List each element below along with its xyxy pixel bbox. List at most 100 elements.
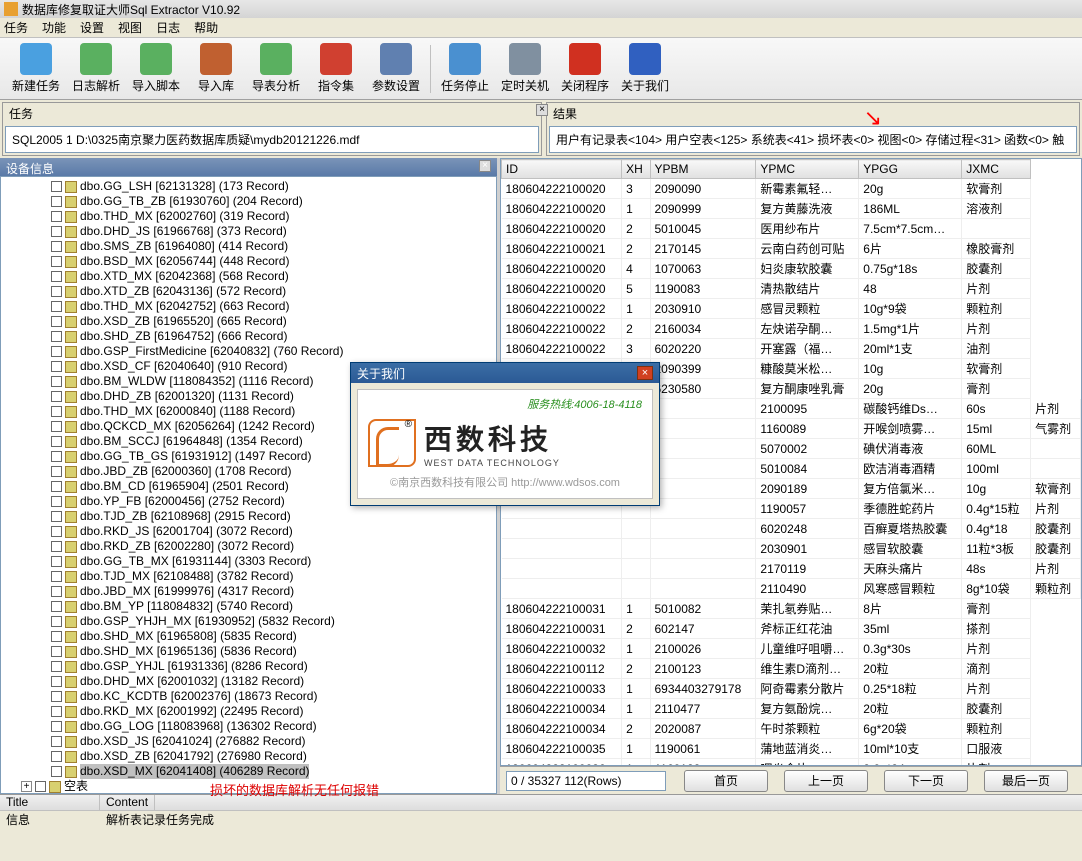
menu-4[interactable]: 日志 [156,19,180,36]
table-row[interactable]: 18060422210011222100123维生素D滴剂…20粒滴剂 [502,659,1081,679]
col-YPMC[interactable]: YPMC [756,160,859,179]
table-row[interactable]: 2110490风寒感冒颗粒8g*10袋颗粒剂 [502,579,1081,599]
toolbar-关闭程序[interactable]: 关闭程序 [555,43,615,94]
table-row[interactable]: 18060422210002236020220开塞露（福…20ml*1支油剂 [502,339,1081,359]
tree-node[interactable]: dbo.SHD_MX [61965808] (5835 Record) [3,629,494,644]
col-XH[interactable]: XH [622,160,650,179]
tree-node[interactable]: dbo.THD_MX [62002760] (319 Record) [3,209,494,224]
tree-node[interactable]: dbo.GG_LSH [62131328] (173 Record) [3,179,494,194]
tree-node[interactable]: dbo.DHD_MX [62001032] (13182 Record) [3,674,494,689]
checkbox-icon[interactable] [51,646,62,657]
left-close-icon[interactable]: × [479,160,491,172]
menu-1[interactable]: 功能 [42,19,66,36]
table-row[interactable]: 18060422210003422020087午时茶颗粒6g*20袋颗粒剂 [502,719,1081,739]
col-YPBM[interactable]: YPBM [650,160,756,179]
tree-node[interactable]: dbo.JBD_MX [61999976] (4317 Record) [3,584,494,599]
checkbox-icon[interactable] [51,586,62,597]
checkbox-icon[interactable] [51,511,62,522]
tree-node[interactable]: dbo.XTD_ZB [62043136] (572 Record) [3,284,494,299]
dialog-title-bar[interactable]: 关于我们 × [351,363,659,383]
checkbox-icon[interactable] [51,556,62,567]
checkbox-icon[interactable] [51,451,62,462]
table-row[interactable]: 18060422210003611160122咽炎含片2.6g*24s片剂 [502,759,1081,767]
tree-node[interactable]: dbo.SHD_ZB [61964752] (666 Record) [3,329,494,344]
checkbox-icon[interactable] [51,736,62,747]
prev-page-button[interactable]: 上一页 [784,770,868,792]
checkbox-icon[interactable] [51,481,62,492]
toolbar-参数设置[interactable]: 参数设置 [366,43,426,94]
table-row[interactable]: 18060422210003316934403279178阿奇霉素分散片0.25… [502,679,1081,699]
tree-node[interactable]: +空表 [3,779,494,794]
checkbox-icon[interactable] [51,226,62,237]
table-row[interactable]: 1806042221000312602147斧标正红花油35ml搽剂 [502,619,1081,639]
checkbox-icon[interactable] [51,316,62,327]
menu-0[interactable]: 任务 [4,19,28,36]
table-row[interactable]: 2170119天麻头痛片48s片剂 [502,559,1081,579]
table-row[interactable]: 18060422210002032090090新霉素氟轻…20g软膏剂 [502,179,1081,199]
tree-node[interactable]: dbo.XSD_MX [62041408] (406289 Record) [3,764,494,779]
tree-node[interactable]: dbo.BSD_MX [62056744] (448 Record) [3,254,494,269]
checkbox-icon[interactable] [51,601,62,612]
checkbox-icon[interactable] [51,346,62,357]
col-ID[interactable]: ID [502,160,622,179]
tree-node[interactable]: dbo.GG_LOG [118083968] (136302 Record) [3,719,494,734]
menu-2[interactable]: 设置 [80,19,104,36]
tree-node[interactable]: dbo.KC_KCDTB [62002376] (18673 Record) [3,689,494,704]
table-row[interactable]: 18060422210002222160034左炔诺孕酮…1.5mg*1片片剂 [502,319,1081,339]
tree-node[interactable]: dbo.XSD_ZB [61965520] (665 Record) [3,314,494,329]
table-row[interactable]: 18060422210002041070063妇炎康软胶囊0.75g*18s胶囊… [502,259,1081,279]
checkbox-icon[interactable] [51,271,62,282]
tree-node[interactable]: dbo.GG_TB_ZB [61930760] (204 Record) [3,194,494,209]
tree-node[interactable]: dbo.GSP_YHJH_MX [61930952] (5832 Record) [3,614,494,629]
tree-node[interactable]: dbo.GG_TB_MX [61931144] (3303 Record) [3,554,494,569]
tree-node[interactable]: dbo.XSD_ZB [62041792] (276980 Record) [3,749,494,764]
checkbox-icon[interactable] [51,661,62,672]
col-YPGG[interactable]: YPGG [859,160,962,179]
table-row[interactable]: 18060422210002122170145云南白药创可贴6片橡胶膏剂 [502,239,1081,259]
checkbox-icon[interactable] [51,196,62,207]
checkbox-icon[interactable] [51,286,62,297]
checkbox-icon[interactable] [51,706,62,717]
checkbox-icon[interactable] [51,301,62,312]
toolbar-导入脚本[interactable]: 导入脚本 [126,43,186,94]
checkbox-icon[interactable] [51,181,62,192]
table-row[interactable]: 18060422210002051190083清热散结片48片剂 [502,279,1081,299]
checkbox-icon[interactable] [51,631,62,642]
first-page-button[interactable]: 首页 [684,770,768,792]
checkbox-icon[interactable] [51,466,62,477]
checkbox-icon[interactable] [51,256,62,267]
checkbox-icon[interactable] [51,691,62,702]
tree-node[interactable]: dbo.XTD_MX [62042368] (568 Record) [3,269,494,284]
checkbox-icon[interactable] [51,211,62,222]
checkbox-icon[interactable] [51,361,62,372]
col-JXMC[interactable]: JXMC [962,160,1031,179]
tree-node[interactable]: dbo.RKD_MX [62001992] (22495 Record) [3,704,494,719]
tree-node[interactable]: dbo.BM_YP [118084832] (5740 Record) [3,599,494,614]
table-row[interactable]: 18060422210002012090999复方黄藤洗液186ML溶液剂 [502,199,1081,219]
toolbar-日志解析[interactable]: 日志解析 [66,43,126,94]
checkbox-icon[interactable] [51,751,62,762]
tree-node[interactable]: dbo.XSD_JS [62041024] (276882 Record) [3,734,494,749]
checkbox-icon[interactable] [51,616,62,627]
toolbar-导入库[interactable]: 导入库 [186,43,246,94]
tree-node[interactable]: dbo.SHD_MX [61965136] (5836 Record) [3,644,494,659]
toolbar-导表分析[interactable]: 导表分析 [246,43,306,94]
checkbox-icon[interactable] [51,241,62,252]
tree-node[interactable]: dbo.RKD_ZB [62002280] (3072 Record) [3,539,494,554]
checkbox-icon[interactable] [51,391,62,402]
expand-icon[interactable]: + [21,781,32,792]
table-row[interactable]: 18060422210003511190061蒲地蓝消炎…10ml*10支口服液 [502,739,1081,759]
table-row[interactable]: 6020248百癣夏塔热胶囊0.4g*18胶囊剂 [502,519,1081,539]
checkbox-icon[interactable] [51,496,62,507]
checkbox-icon[interactable] [35,781,46,792]
table-row[interactable]: 2030901感冒软胶囊11粒*3板胶囊剂 [502,539,1081,559]
dialog-close-button[interactable]: × [637,366,653,380]
checkbox-icon[interactable] [51,376,62,387]
checkbox-icon[interactable] [51,421,62,432]
table-row[interactable]: 18060422210002025010045医用纱布片7.5cm*7.5cm… [502,219,1081,239]
toolbar-关于我们[interactable]: 关于我们 [615,43,675,94]
checkbox-icon[interactable] [51,571,62,582]
table-row[interactable]: 18060422210003412110477复方氨酚烷…20粒胶囊剂 [502,699,1081,719]
toolbar-任务停止[interactable]: 任务停止 [435,43,495,94]
toolbar-新建任务[interactable]: 新建任务 [6,43,66,94]
